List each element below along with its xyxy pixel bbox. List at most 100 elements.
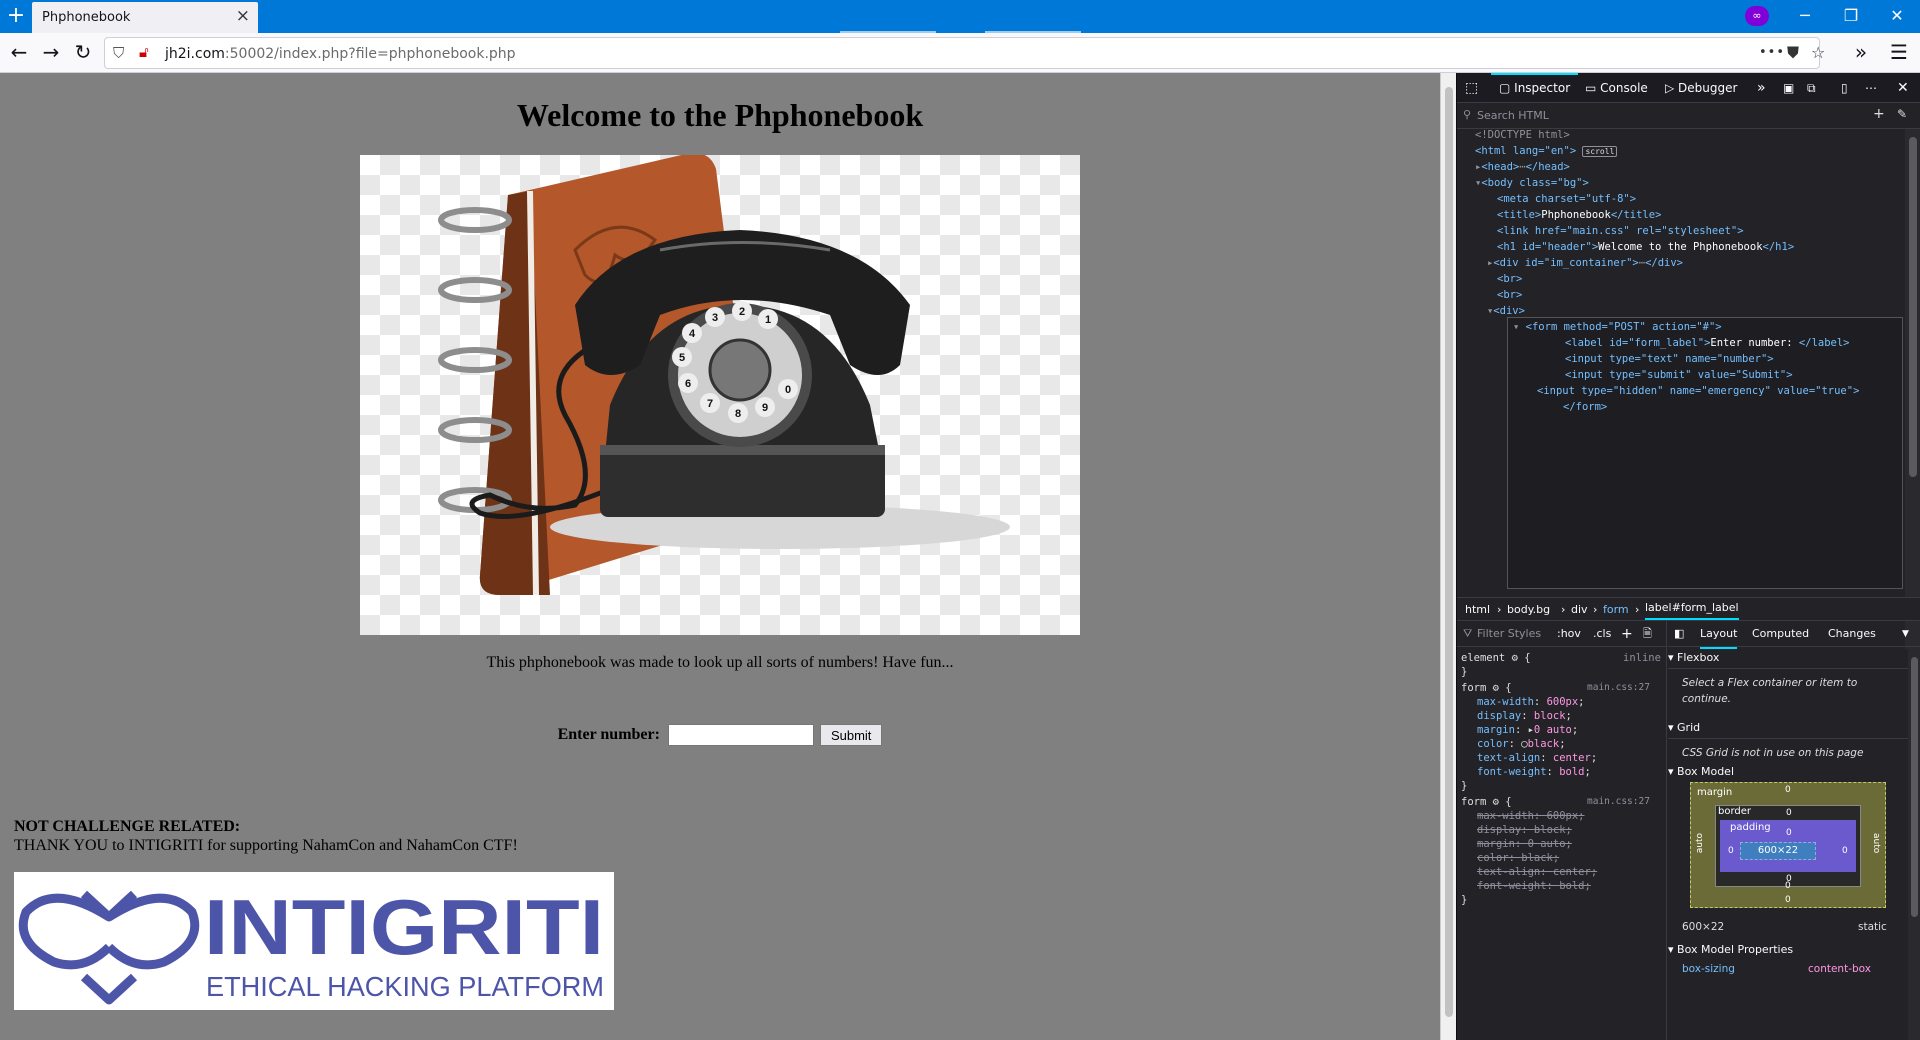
html-line-link[interactable]: <link href="main.css" rel="stylesheet">	[1497, 223, 1744, 239]
grid-section[interactable]: ▾ Grid	[1668, 717, 1908, 739]
breadcrumb-form[interactable]: form	[1603, 598, 1629, 622]
html-line-input-submit[interactable]: <input type="submit" value="Submit">	[1565, 367, 1793, 383]
rule-prop[interactable]: font-weight: bold;	[1477, 765, 1591, 779]
html-line-head[interactable]: ▸<head>⋯</head>	[1475, 159, 1570, 175]
box-model-content[interactable]: 600×22	[1740, 842, 1816, 860]
breadcrumb-html[interactable]: html	[1465, 598, 1490, 622]
breadcrumb-label[interactable]: label#form_label	[1645, 598, 1739, 620]
eyedropper-icon[interactable]: ✎	[1897, 107, 1907, 121]
close-window-icon[interactable]: ✕	[1874, 0, 1920, 33]
restore-icon[interactable]: ❐	[1828, 0, 1874, 33]
url-bar[interactable]: ⛉ 🔓︎ jh2i.com:50002/index.php?file=phpho…	[104, 37, 1825, 69]
html-line-body[interactable]: ▾<body class="bg">	[1475, 175, 1589, 191]
gear-icon[interactable]: ⚙	[1493, 796, 1499, 808]
tab-changes[interactable]: Changes	[1828, 621, 1876, 647]
url-text[interactable]: jh2i.com:50002/index.php?file=phphoneboo…	[165, 46, 516, 62]
layout-scrollbar[interactable]	[1908, 647, 1920, 1040]
html-search-bar[interactable]: ⚲ Search HTML + ✎	[1457, 103, 1920, 129]
padding-bottom-value[interactable]: 0	[1785, 881, 1791, 891]
html-line-meta[interactable]: <meta charset="utf-8">	[1497, 191, 1636, 207]
hover-toggle[interactable]: :hov	[1557, 621, 1581, 647]
dock-side-icon[interactable]: ▯	[1841, 73, 1848, 103]
margin-top-value[interactable]: 0	[1785, 785, 1791, 795]
pocket-icon[interactable]: ⛊	[1787, 43, 1799, 63]
add-node-icon[interactable]: +	[1873, 106, 1885, 122]
gear-icon[interactable]: ⚙	[1493, 682, 1499, 694]
tab-layout[interactable]: Layout	[1700, 621, 1738, 649]
box-model-section[interactable]: ▾ Box Model	[1668, 761, 1908, 783]
filter-styles-input[interactable]: Filter Styles	[1477, 621, 1541, 647]
html-line-form[interactable]: ▾ <form method="POST" action="#">	[1513, 319, 1722, 335]
html-line-input-hidden[interactable]: <input type="hidden" name="emergency" va…	[1537, 383, 1859, 399]
html-line-doctype[interactable]: <!DOCTYPE html>	[1475, 127, 1570, 143]
tabs-dropdown-icon[interactable]: ▼	[1902, 621, 1909, 647]
html-line-br[interactable]: <br>	[1497, 271, 1522, 287]
tab-phphonebook[interactable]: Phphonebook ×	[32, 2, 258, 33]
box-model-border[interactable]: border 0 padding 0 0 0 600×22 0	[1715, 805, 1861, 887]
box-model-properties-section[interactable]: ▾ Box Model Properties	[1668, 939, 1908, 961]
page-scrollbar-thumb[interactable]	[1445, 87, 1453, 1017]
element-picker-icon[interactable]: ⬚	[1465, 73, 1478, 103]
html-line-im-container[interactable]: ▸<div id="im_container">⋯</div>	[1487, 255, 1683, 271]
scroll-badge[interactable]: scroll	[1582, 146, 1618, 157]
html-line-br[interactable]: <br>	[1497, 287, 1522, 303]
page-scrollbar[interactable]	[1440, 73, 1456, 1040]
html-tree-scrollbar[interactable]	[1905, 129, 1920, 649]
tab-console[interactable]: ▭ Console	[1585, 73, 1648, 103]
overflow-menu-icon[interactable]: »	[1846, 38, 1876, 68]
sidebar-toggle-icon[interactable]: ◧	[1674, 621, 1684, 647]
more-tools-icon[interactable]: »	[1757, 73, 1766, 103]
tab-close-icon[interactable]: ×	[236, 6, 250, 26]
number-input[interactable]	[667, 724, 814, 746]
rule-prop[interactable]: margin: ▸0 auto;	[1477, 723, 1578, 737]
devtools-menu-icon[interactable]: ⋯	[1865, 73, 1877, 103]
insecure-lock-icon[interactable]: 🔓︎	[139, 43, 149, 61]
padding-right-value[interactable]: 0	[1842, 846, 1848, 856]
rule-source-link[interactable]: main.css:27	[1587, 795, 1650, 809]
hamburger-menu-icon[interactable]: ☰	[1884, 38, 1914, 68]
flexbox-section[interactable]: ▾ Flexbox	[1668, 647, 1908, 669]
rule-prop-overridden[interactable]: display: block;	[1477, 823, 1572, 837]
html-line-input-text[interactable]: <input type="text" name="number">	[1565, 351, 1774, 367]
html-line-form-close[interactable]: </form>	[1563, 399, 1607, 415]
tab-inspector[interactable]: ▢ Inspector	[1491, 73, 1579, 103]
breadcrumb-div[interactable]: div	[1571, 598, 1588, 622]
rule-prop[interactable]: color: ◯black;	[1477, 737, 1566, 751]
margin-bottom-value[interactable]: 0	[1785, 895, 1791, 905]
rule-prop-overridden[interactable]: font-weight: bold;	[1477, 879, 1591, 893]
html-line-html[interactable]: <html lang="en"> scroll	[1475, 143, 1618, 160]
html-line-title[interactable]: <title>Phphonebook</title>	[1497, 207, 1661, 223]
rule-source-link[interactable]: main.css:27	[1587, 681, 1650, 695]
box-model-margin[interactable]: margin 0 0 auto auto border 0 padding 0 …	[1690, 782, 1886, 908]
html-line-h1[interactable]: <h1 id="header">Welcome to the Phphonebo…	[1497, 239, 1794, 255]
breadcrumb-body[interactable]: body.bg	[1507, 598, 1550, 622]
layout-scrollbar-thumb[interactable]	[1911, 657, 1918, 917]
gear-icon[interactable]: ⚙	[1512, 652, 1518, 664]
margin-right-value[interactable]: auto	[1871, 833, 1881, 853]
padding-top-value[interactable]: 0	[1786, 828, 1792, 838]
submit-button[interactable]: Submit	[819, 724, 883, 746]
rule-prop[interactable]: max-width: 600px;	[1477, 695, 1585, 709]
class-toggle[interactable]: .cls	[1593, 621, 1611, 647]
rule-prop[interactable]: display: block;	[1477, 709, 1572, 723]
html-line-label[interactable]: <label id="form_label">Enter number: </l…	[1565, 335, 1850, 351]
padding-left-value[interactable]: 0	[1728, 846, 1734, 856]
rule-prop-overridden[interactable]: text-align: center;	[1477, 865, 1597, 879]
print-media-icon[interactable]: 🗎︎	[1643, 621, 1652, 647]
box-model-padding[interactable]: padding 0 0 0 600×22	[1720, 820, 1856, 872]
rule-prop-overridden[interactable]: color: black;	[1477, 851, 1559, 865]
border-top-value[interactable]: 0	[1786, 808, 1792, 818]
reload-icon[interactable]: ↻	[68, 38, 98, 68]
html-search-input[interactable]: Search HTML	[1477, 109, 1549, 122]
back-icon[interactable]: ←	[4, 38, 34, 68]
tab-computed[interactable]: Computed	[1752, 621, 1809, 647]
add-rule-icon[interactable]: +	[1621, 621, 1633, 647]
bookmark-star-icon[interactable]: ☆	[1811, 43, 1825, 62]
collapse-arrow-icon[interactable]: ▾	[1513, 321, 1526, 333]
devtools-close-icon[interactable]: ✕	[1897, 73, 1909, 103]
rule-prop[interactable]: text-align: center;	[1477, 751, 1597, 765]
forward-icon[interactable]: →	[36, 38, 66, 68]
new-tab-button[interactable]: +	[0, 0, 32, 33]
rule-prop-overridden[interactable]: max-width: 600px;	[1477, 809, 1585, 823]
tab-debugger[interactable]: ▷ Debugger	[1665, 73, 1737, 103]
